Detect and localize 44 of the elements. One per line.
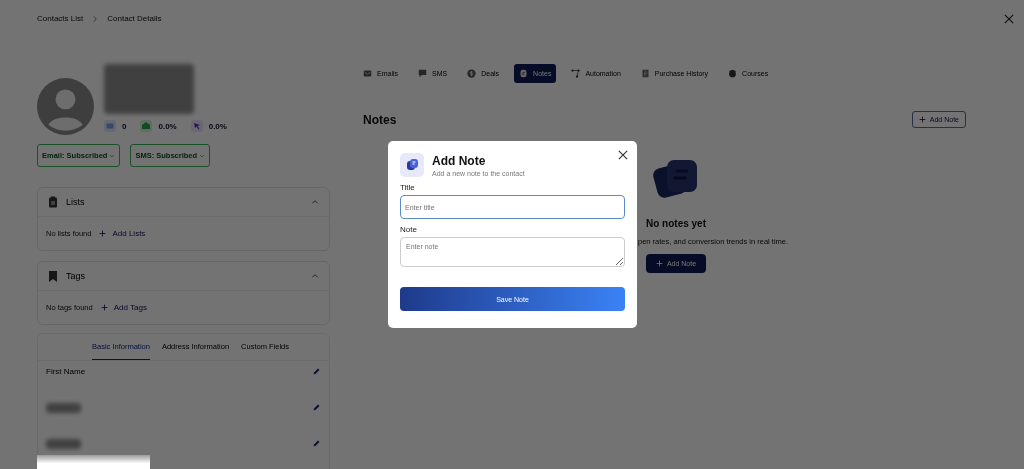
close-icon bbox=[1004, 13, 1014, 24]
note-logo-icon bbox=[400, 153, 424, 177]
close-icon bbox=[618, 150, 628, 160]
pencil-icon[interactable] bbox=[312, 367, 321, 376]
breadcrumb-link[interactable]: Contact Details bbox=[107, 14, 162, 23]
envelope-icon bbox=[104, 120, 116, 132]
receipt-icon bbox=[640, 69, 650, 78]
stat-value: 0.0% bbox=[208, 121, 227, 131]
chevron-right-icon bbox=[91, 14, 100, 23]
field-label: Note bbox=[400, 225, 418, 234]
section-title: Tags bbox=[66, 271, 85, 281]
caret-icon bbox=[109, 152, 116, 159]
caret-icon bbox=[199, 152, 206, 159]
plus-icon bbox=[99, 230, 107, 237]
plus-icon bbox=[918, 116, 926, 123]
pencil-icon[interactable] bbox=[312, 439, 321, 448]
nodes-icon bbox=[571, 69, 581, 78]
chat-icon bbox=[418, 69, 427, 78]
section-title: Lists bbox=[66, 197, 85, 207]
bookmark-icon bbox=[48, 270, 58, 282]
chevron-up-icon[interactable] bbox=[311, 272, 319, 280]
dollar-icon bbox=[467, 69, 477, 78]
plus-icon bbox=[655, 260, 663, 267]
envelope-icon bbox=[363, 69, 372, 78]
open-envelope-icon bbox=[140, 120, 153, 132]
field-label: Title bbox=[400, 183, 416, 192]
avatar-silhouette bbox=[37, 78, 94, 135]
pencil-icon[interactable] bbox=[312, 403, 321, 412]
breadcrumb-link[interactable]: Contacts List bbox=[37, 14, 84, 23]
empty-title: No notes yet bbox=[646, 218, 706, 229]
note-icon bbox=[519, 69, 529, 78]
stacked-notes-icon bbox=[653, 158, 699, 200]
close-button[interactable] bbox=[618, 150, 627, 159]
plus-icon bbox=[100, 304, 108, 311]
clipboard-icon bbox=[48, 196, 58, 208]
field-label: First Name bbox=[46, 367, 86, 376]
dialog-title: Add Note bbox=[432, 154, 487, 168]
cursor-icon bbox=[190, 120, 203, 132]
stat-value: 0.0% bbox=[158, 121, 177, 131]
section-heading: Notes bbox=[363, 112, 397, 127]
add-link[interactable]: Add Tags bbox=[100, 303, 147, 312]
stat-value: 0 bbox=[122, 121, 127, 131]
add-link[interactable]: Add Lists bbox=[99, 229, 146, 238]
chevron-up-icon[interactable] bbox=[311, 198, 319, 206]
